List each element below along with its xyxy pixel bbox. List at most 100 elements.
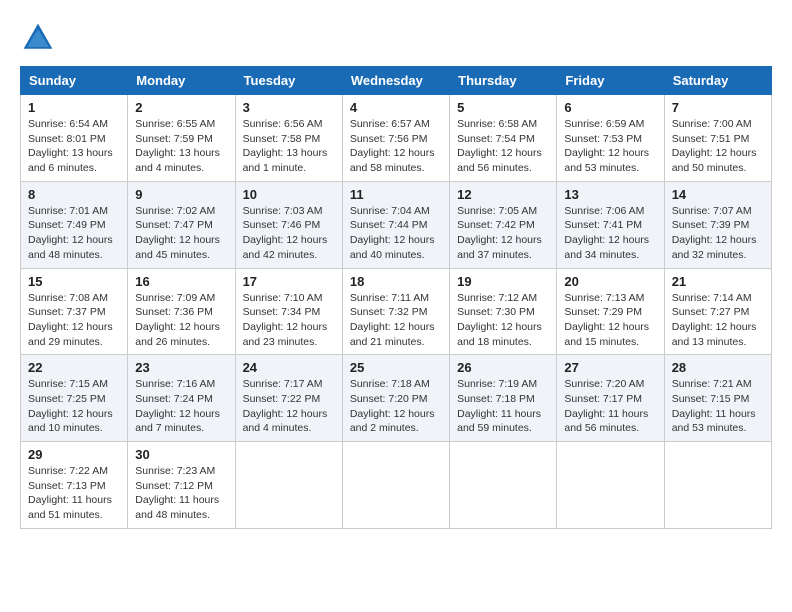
- cell-info: Sunrise: 7:21 AMSunset: 7:15 PMDaylight:…: [672, 378, 756, 434]
- day-number: 23: [135, 360, 227, 375]
- cell-info: Sunrise: 6:58 AMSunset: 7:54 PMDaylight:…: [457, 118, 542, 174]
- cell-info: Sunrise: 7:11 AMSunset: 7:32 PMDaylight:…: [350, 292, 435, 348]
- cell-info: Sunrise: 6:59 AMSunset: 7:53 PMDaylight:…: [564, 118, 649, 174]
- cell-info: Sunrise: 7:19 AMSunset: 7:18 PMDaylight:…: [457, 378, 541, 434]
- calendar-week-row: 22 Sunrise: 7:15 AMSunset: 7:25 PMDaylig…: [21, 355, 772, 442]
- cell-info: Sunrise: 6:57 AMSunset: 7:56 PMDaylight:…: [350, 118, 435, 174]
- calendar-cell: 16 Sunrise: 7:09 AMSunset: 7:36 PMDaylig…: [128, 268, 235, 355]
- calendar-cell: 28 Sunrise: 7:21 AMSunset: 7:15 PMDaylig…: [664, 355, 771, 442]
- cell-info: Sunrise: 7:15 AMSunset: 7:25 PMDaylight:…: [28, 378, 113, 434]
- cell-info: Sunrise: 6:55 AMSunset: 7:59 PMDaylight:…: [135, 118, 220, 174]
- calendar-cell: 20 Sunrise: 7:13 AMSunset: 7:29 PMDaylig…: [557, 268, 664, 355]
- weekday-header: Thursday: [450, 67, 557, 95]
- calendar-cell: 6 Sunrise: 6:59 AMSunset: 7:53 PMDayligh…: [557, 95, 664, 182]
- cell-info: Sunrise: 7:16 AMSunset: 7:24 PMDaylight:…: [135, 378, 220, 434]
- calendar-cell: 1 Sunrise: 6:54 AMSunset: 8:01 PMDayligh…: [21, 95, 128, 182]
- day-number: 4: [350, 100, 442, 115]
- day-number: 28: [672, 360, 764, 375]
- day-number: 10: [243, 187, 335, 202]
- cell-info: Sunrise: 7:07 AMSunset: 7:39 PMDaylight:…: [672, 205, 757, 261]
- weekday-header: Tuesday: [235, 67, 342, 95]
- calendar-table: SundayMondayTuesdayWednesdayThursdayFrid…: [20, 66, 772, 529]
- calendar-cell: [342, 442, 449, 529]
- day-number: 6: [564, 100, 656, 115]
- cell-info: Sunrise: 7:23 AMSunset: 7:12 PMDaylight:…: [135, 465, 219, 521]
- calendar-cell: 12 Sunrise: 7:05 AMSunset: 7:42 PMDaylig…: [450, 181, 557, 268]
- calendar-cell: 15 Sunrise: 7:08 AMSunset: 7:37 PMDaylig…: [21, 268, 128, 355]
- cell-info: Sunrise: 7:00 AMSunset: 7:51 PMDaylight:…: [672, 118, 757, 174]
- cell-info: Sunrise: 7:22 AMSunset: 7:13 PMDaylight:…: [28, 465, 112, 521]
- weekday-header: Wednesday: [342, 67, 449, 95]
- day-number: 27: [564, 360, 656, 375]
- day-number: 26: [457, 360, 549, 375]
- calendar-cell: 23 Sunrise: 7:16 AMSunset: 7:24 PMDaylig…: [128, 355, 235, 442]
- logo: [20, 20, 62, 56]
- calendar-cell: 13 Sunrise: 7:06 AMSunset: 7:41 PMDaylig…: [557, 181, 664, 268]
- calendar-cell: 27 Sunrise: 7:20 AMSunset: 7:17 PMDaylig…: [557, 355, 664, 442]
- weekday-header: Monday: [128, 67, 235, 95]
- day-number: 30: [135, 447, 227, 462]
- calendar-week-row: 1 Sunrise: 6:54 AMSunset: 8:01 PMDayligh…: [21, 95, 772, 182]
- day-number: 18: [350, 274, 442, 289]
- calendar-cell: 30 Sunrise: 7:23 AMSunset: 7:12 PMDaylig…: [128, 442, 235, 529]
- calendar-cell: 18 Sunrise: 7:11 AMSunset: 7:32 PMDaylig…: [342, 268, 449, 355]
- calendar-week-row: 29 Sunrise: 7:22 AMSunset: 7:13 PMDaylig…: [21, 442, 772, 529]
- day-number: 9: [135, 187, 227, 202]
- cell-info: Sunrise: 7:06 AMSunset: 7:41 PMDaylight:…: [564, 205, 649, 261]
- logo-icon: [20, 20, 56, 56]
- cell-info: Sunrise: 7:02 AMSunset: 7:47 PMDaylight:…: [135, 205, 220, 261]
- cell-info: Sunrise: 7:12 AMSunset: 7:30 PMDaylight:…: [457, 292, 542, 348]
- day-number: 7: [672, 100, 764, 115]
- calendar-cell: 4 Sunrise: 6:57 AMSunset: 7:56 PMDayligh…: [342, 95, 449, 182]
- calendar-cell: [235, 442, 342, 529]
- calendar-cell: [664, 442, 771, 529]
- calendar-cell: 8 Sunrise: 7:01 AMSunset: 7:49 PMDayligh…: [21, 181, 128, 268]
- cell-info: Sunrise: 6:56 AMSunset: 7:58 PMDaylight:…: [243, 118, 328, 174]
- calendar-cell: 3 Sunrise: 6:56 AMSunset: 7:58 PMDayligh…: [235, 95, 342, 182]
- calendar-cell: 26 Sunrise: 7:19 AMSunset: 7:18 PMDaylig…: [450, 355, 557, 442]
- cell-info: Sunrise: 7:03 AMSunset: 7:46 PMDaylight:…: [243, 205, 328, 261]
- cell-info: Sunrise: 7:10 AMSunset: 7:34 PMDaylight:…: [243, 292, 328, 348]
- day-number: 2: [135, 100, 227, 115]
- day-number: 14: [672, 187, 764, 202]
- cell-info: Sunrise: 7:14 AMSunset: 7:27 PMDaylight:…: [672, 292, 757, 348]
- day-number: 11: [350, 187, 442, 202]
- calendar-week-row: 8 Sunrise: 7:01 AMSunset: 7:49 PMDayligh…: [21, 181, 772, 268]
- cell-info: Sunrise: 7:18 AMSunset: 7:20 PMDaylight:…: [350, 378, 435, 434]
- header: [20, 20, 772, 56]
- day-number: 21: [672, 274, 764, 289]
- day-number: 1: [28, 100, 120, 115]
- day-number: 17: [243, 274, 335, 289]
- day-number: 19: [457, 274, 549, 289]
- calendar-week-row: 15 Sunrise: 7:08 AMSunset: 7:37 PMDaylig…: [21, 268, 772, 355]
- weekday-header: Sunday: [21, 67, 128, 95]
- calendar-cell: 14 Sunrise: 7:07 AMSunset: 7:39 PMDaylig…: [664, 181, 771, 268]
- calendar-cell: 29 Sunrise: 7:22 AMSunset: 7:13 PMDaylig…: [21, 442, 128, 529]
- cell-info: Sunrise: 7:09 AMSunset: 7:36 PMDaylight:…: [135, 292, 220, 348]
- cell-info: Sunrise: 7:01 AMSunset: 7:49 PMDaylight:…: [28, 205, 113, 261]
- day-number: 24: [243, 360, 335, 375]
- calendar-cell: 21 Sunrise: 7:14 AMSunset: 7:27 PMDaylig…: [664, 268, 771, 355]
- day-number: 22: [28, 360, 120, 375]
- day-number: 13: [564, 187, 656, 202]
- day-number: 16: [135, 274, 227, 289]
- calendar-cell: 19 Sunrise: 7:12 AMSunset: 7:30 PMDaylig…: [450, 268, 557, 355]
- cell-info: Sunrise: 7:20 AMSunset: 7:17 PMDaylight:…: [564, 378, 648, 434]
- day-number: 5: [457, 100, 549, 115]
- calendar-cell: 25 Sunrise: 7:18 AMSunset: 7:20 PMDaylig…: [342, 355, 449, 442]
- weekday-header: Friday: [557, 67, 664, 95]
- calendar-cell: 17 Sunrise: 7:10 AMSunset: 7:34 PMDaylig…: [235, 268, 342, 355]
- cell-info: Sunrise: 6:54 AMSunset: 8:01 PMDaylight:…: [28, 118, 113, 174]
- calendar-cell: 9 Sunrise: 7:02 AMSunset: 7:47 PMDayligh…: [128, 181, 235, 268]
- cell-info: Sunrise: 7:04 AMSunset: 7:44 PMDaylight:…: [350, 205, 435, 261]
- day-number: 25: [350, 360, 442, 375]
- day-number: 8: [28, 187, 120, 202]
- cell-info: Sunrise: 7:17 AMSunset: 7:22 PMDaylight:…: [243, 378, 328, 434]
- calendar-cell: 24 Sunrise: 7:17 AMSunset: 7:22 PMDaylig…: [235, 355, 342, 442]
- calendar-cell: 5 Sunrise: 6:58 AMSunset: 7:54 PMDayligh…: [450, 95, 557, 182]
- cell-info: Sunrise: 7:13 AMSunset: 7:29 PMDaylight:…: [564, 292, 649, 348]
- day-number: 15: [28, 274, 120, 289]
- day-number: 29: [28, 447, 120, 462]
- cell-info: Sunrise: 7:05 AMSunset: 7:42 PMDaylight:…: [457, 205, 542, 261]
- calendar-cell: 22 Sunrise: 7:15 AMSunset: 7:25 PMDaylig…: [21, 355, 128, 442]
